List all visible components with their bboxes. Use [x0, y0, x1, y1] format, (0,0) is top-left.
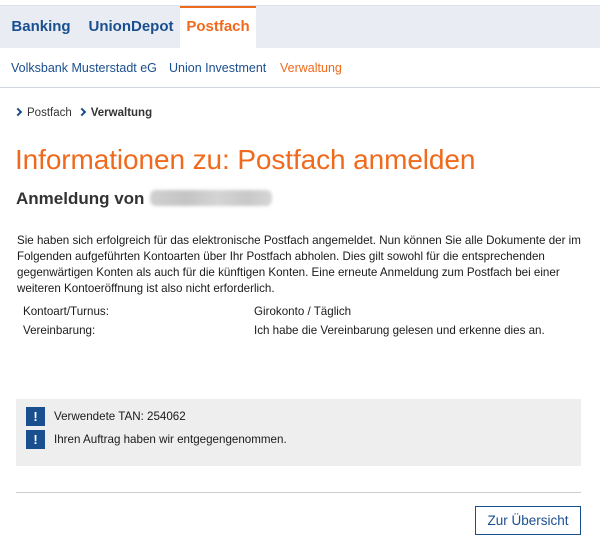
subnav-item-volksbank[interactable]: Volksbank Musterstadt eG — [11, 61, 157, 75]
message-text: Verwendete TAN: 254062 — [54, 410, 186, 423]
info-icon: ! — [26, 430, 45, 449]
sub-navigation: Volksbank Musterstadt eG Union Investmen… — [0, 48, 600, 88]
detail-label: Kontoart/Turnus: — [23, 305, 109, 318]
tab-uniondepot[interactable]: UnionDepot — [82, 6, 180, 49]
top-tab-bar: Banking UnionDepot Postfach — [0, 5, 600, 49]
overview-button[interactable]: Zur Übersicht — [475, 506, 581, 535]
chevron-right-icon — [77, 107, 86, 117]
detail-label: Vereinbarung: — [23, 324, 96, 337]
message-box: ! Verwendete TAN: 254062 ! Ihren Auftrag… — [16, 399, 581, 466]
tab-banking[interactable]: Banking — [0, 6, 82, 49]
breadcrumb-current: Verwaltung — [90, 107, 153, 119]
redacted-name — [150, 190, 273, 206]
breadcrumb-link-postfach[interactable]: Postfach — [27, 107, 72, 119]
divider — [16, 492, 581, 493]
page-title: Informationen zu: Postfach anmelden — [15, 144, 476, 175]
detail-value: Ich habe die Vereinbarung gelesen und er… — [254, 324, 545, 337]
chevron-right-icon — [13, 107, 23, 117]
detail-value: Girokonto / Täglich — [254, 305, 352, 318]
subnav-item-union-investment[interactable]: Union Investment — [169, 61, 266, 75]
subnav-item-verwaltung[interactable]: Verwaltung — [280, 61, 342, 75]
detail-row-agreement: Vereinbarung: Ich habe die Vereinbarung … — [23, 324, 583, 340]
registration-subtitle: Anmeldung von — [16, 189, 273, 209]
message-text: Ihren Auftrag haben wir entgegengenommen… — [54, 433, 287, 446]
confirmation-text: Sie haben sich erfolgreich für das elekt… — [17, 234, 581, 295]
breadcrumb: Postfach Verwaltung — [13, 107, 153, 119]
tab-postfach[interactable]: Postfach — [180, 6, 256, 49]
detail-row-account-type: Kontoart/Turnus: Girokonto / Täglich — [23, 305, 583, 321]
subtitle-prefix: Anmeldung von — [16, 189, 145, 208]
info-icon: ! — [26, 407, 45, 426]
